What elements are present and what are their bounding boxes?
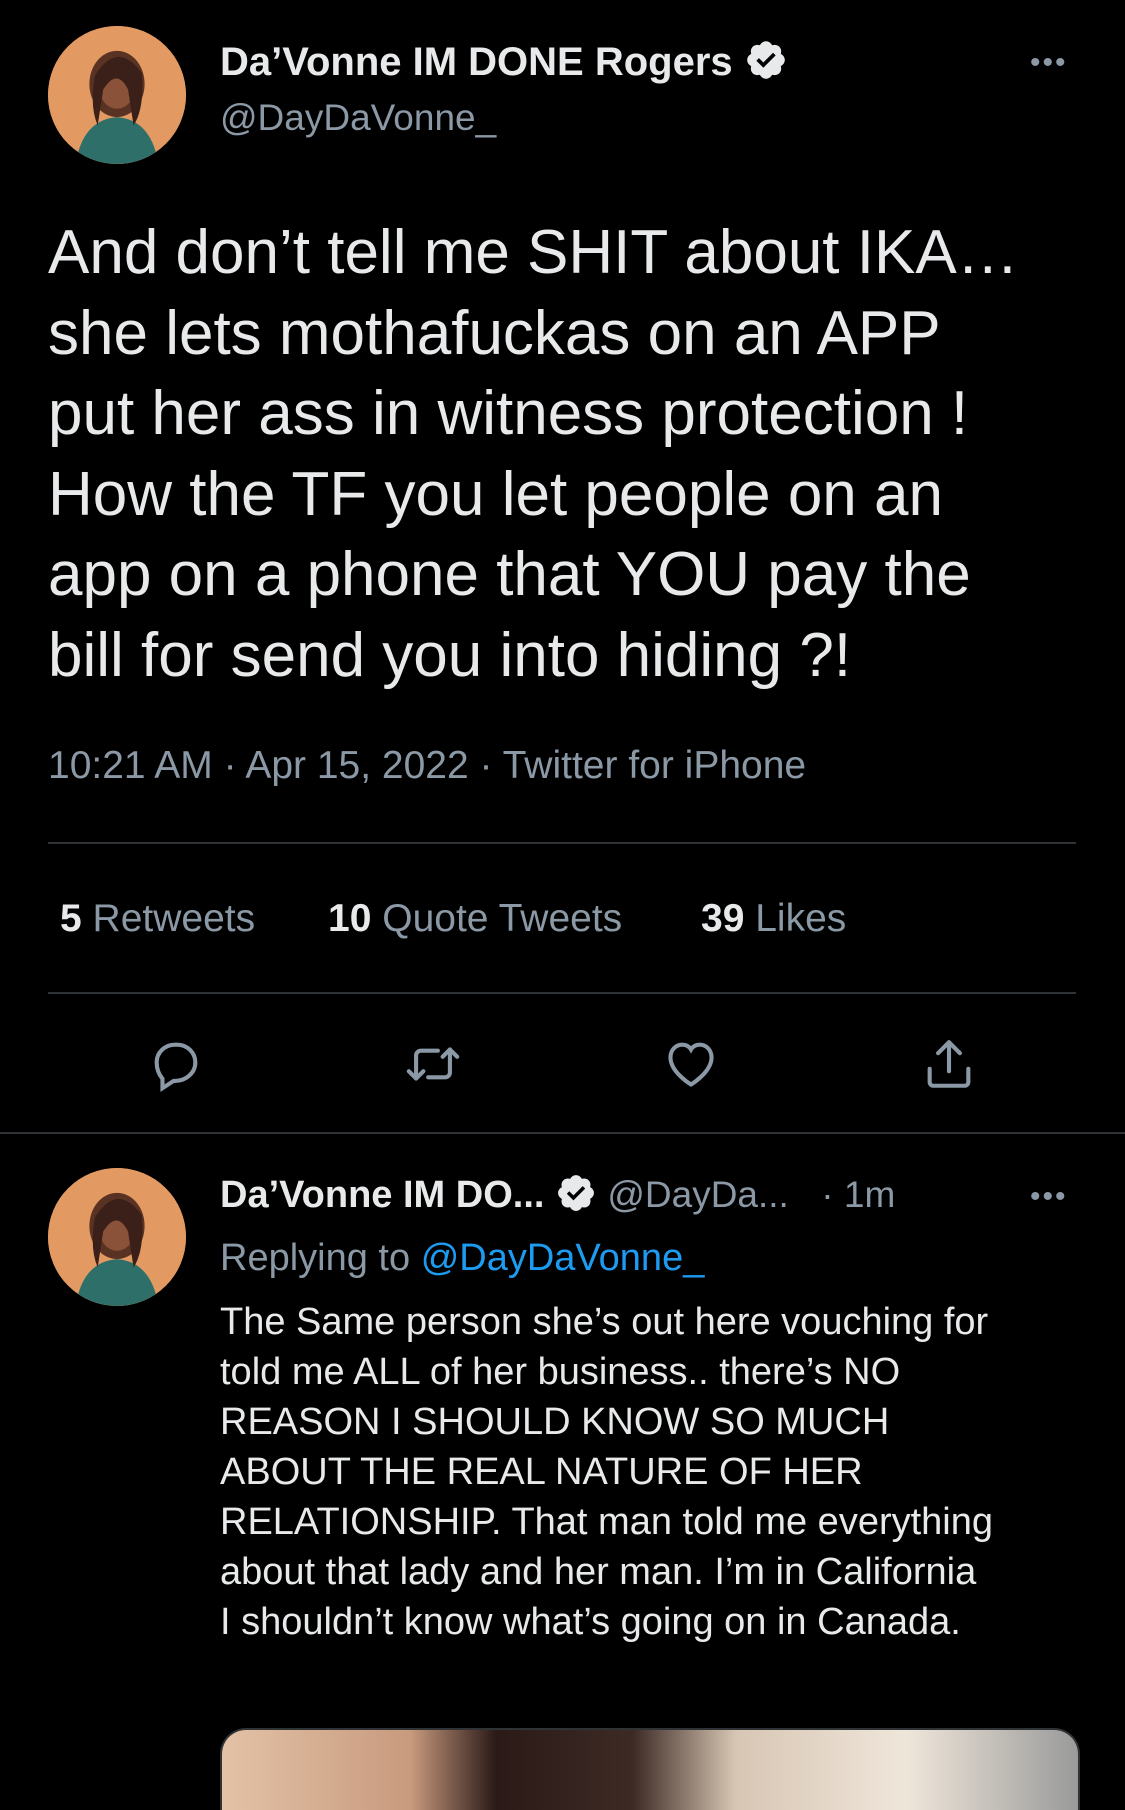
replying-to: Replying to @DayDaVonne_ xyxy=(220,1237,704,1280)
likes-stat[interactable]: 39 Likes xyxy=(701,897,846,941)
like-button[interactable] xyxy=(662,1035,720,1093)
quotes-label: Quote Tweets xyxy=(382,897,623,940)
tweet-text: And don’t tell me SHIT about IKA… she le… xyxy=(48,218,1019,690)
divider xyxy=(48,992,1076,994)
replying-to-prefix: Replying to xyxy=(220,1237,411,1279)
media-preview[interactable] xyxy=(220,1728,1080,1810)
display-name[interactable]: Da’Vonne IM DONE Rogers xyxy=(220,38,788,85)
meta-separator: · xyxy=(479,744,493,787)
replying-to-link[interactable]: @DayDaVonne_ xyxy=(421,1237,705,1279)
verified-badge-icon xyxy=(744,38,788,82)
retweets-stat[interactable]: 5 Retweets xyxy=(60,897,255,941)
quotes-count: 10 xyxy=(328,897,372,940)
reply-handle[interactable]: @DayDa... xyxy=(607,1174,789,1215)
tweet-source[interactable]: Twitter for iPhone xyxy=(503,744,806,787)
display-name-text: Da’Vonne IM DONE Rogers xyxy=(220,40,733,84)
divider xyxy=(0,1132,1125,1134)
likes-count: 39 xyxy=(701,897,745,940)
share-button[interactable] xyxy=(920,1035,978,1093)
reply-icon xyxy=(154,1042,198,1092)
reply-avatar[interactable] xyxy=(48,1168,186,1306)
like-icon xyxy=(668,1042,714,1087)
likes-label: Likes xyxy=(755,897,847,940)
avatar[interactable] xyxy=(48,26,186,164)
quote-tweets-stat[interactable]: 10 Quote Tweets xyxy=(328,897,622,941)
reply-display-name[interactable]: Da’Vonne IM DO... xyxy=(220,1174,544,1216)
verified-badge-icon xyxy=(555,1172,597,1214)
avatar-photo xyxy=(48,26,186,164)
reply-text: The Same person she’s out here vouching … xyxy=(220,1301,994,1643)
share-icon xyxy=(927,1040,971,1088)
handle[interactable]: @DayDaVonne_ xyxy=(220,97,496,139)
tweet-meta: 10:21 AM · Apr 15, 2022 · Twitter for iP… xyxy=(48,744,806,788)
retweet-icon xyxy=(406,1047,460,1081)
meta-separator: · xyxy=(223,744,237,787)
tweet-date[interactable]: Apr 15, 2022 xyxy=(245,744,468,787)
retweet-button[interactable] xyxy=(404,1035,462,1093)
divider xyxy=(48,842,1076,844)
reply-header: Da’Vonne IM DO... @DayDa... · 1m xyxy=(220,1172,895,1217)
tweet-time[interactable]: 10:21 AM xyxy=(48,744,213,787)
retweets-label: Retweets xyxy=(92,897,256,940)
more-options-icon[interactable]: ••• xyxy=(1030,46,1068,80)
reply-button[interactable] xyxy=(147,1035,205,1093)
avatar-photo xyxy=(48,1168,186,1306)
retweets-count: 5 xyxy=(60,897,82,940)
reply-age[interactable]: · 1m xyxy=(821,1174,895,1215)
reply-more-options-icon[interactable]: ••• xyxy=(1030,1180,1068,1214)
